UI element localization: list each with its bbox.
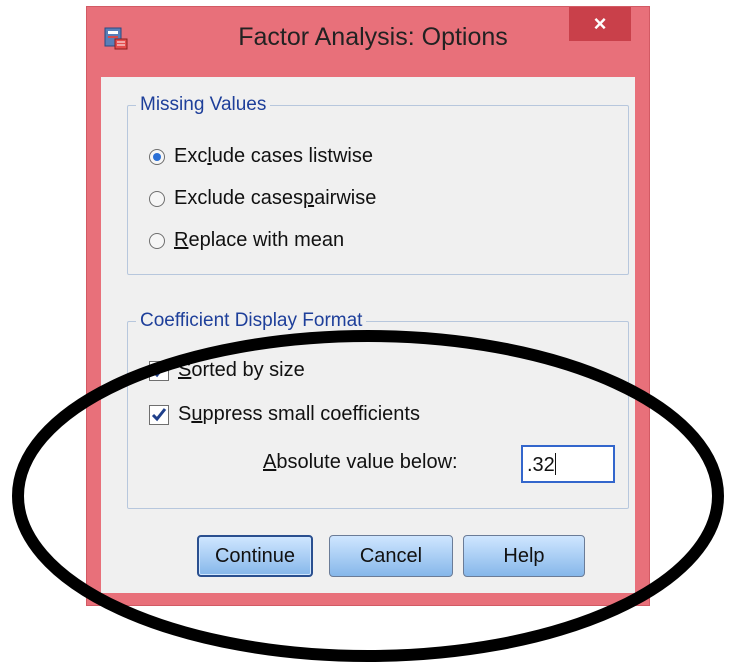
coefficient-format-legend: Coefficient Display Format (136, 310, 367, 332)
checkmark-icon (151, 363, 167, 377)
absolute-value-input[interactable]: .32 (521, 445, 615, 483)
close-icon: × (593, 11, 607, 36)
dialog-window: Factor Analysis: Options × Missing Value… (86, 6, 650, 606)
cancel-button[interactable]: Cancel (329, 535, 453, 577)
radio-button[interactable] (149, 190, 165, 207)
title-bar[interactable]: Factor Analysis: Options × (87, 7, 649, 77)
dialog-client-area: Missing Values Exc l ude cases listwise Ex… (101, 77, 635, 593)
continue-button[interactable]: Continue (197, 535, 313, 577)
checkbox-sorted-by-size[interactable]: Sorted by size (149, 359, 305, 382)
radio-button-selected[interactable] (149, 148, 165, 165)
radio-replace-mean[interactable]: Replace with mean (149, 229, 344, 252)
close-button[interactable]: × (569, 7, 631, 41)
dialog-title: Factor Analysis: Options (238, 23, 508, 51)
checkbox-checked[interactable] (149, 360, 169, 381)
text-caret (554, 453, 556, 475)
radio-exclude-pairwise[interactable]: Exclude cases p airwise (149, 187, 376, 210)
radio-exclude-listwise[interactable]: Exc l ude cases listwise (149, 145, 373, 168)
checkmark-icon (151, 407, 167, 421)
checkbox-checked[interactable] (149, 404, 169, 425)
help-button[interactable]: Help (463, 535, 585, 577)
missing-values-legend: Missing Values (136, 94, 271, 116)
checkbox-suppress-small[interactable]: Su ppress small coefficients (149, 403, 420, 426)
absolute-value-label: Absolute value below: (263, 451, 458, 473)
radio-button[interactable] (149, 232, 165, 249)
